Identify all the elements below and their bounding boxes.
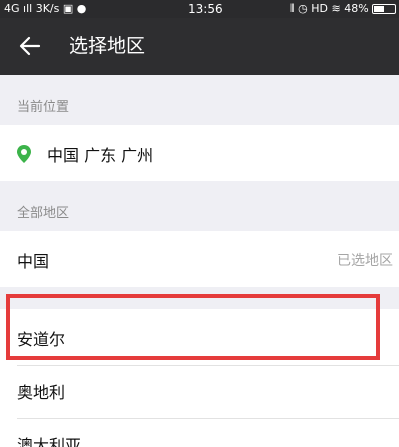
- arrow-left-icon: [19, 36, 41, 56]
- back-button[interactable]: [10, 26, 50, 66]
- region-label: 中国: [17, 252, 50, 271]
- region-label: 奥地利: [17, 383, 66, 402]
- page-title: 选择地区: [69, 35, 146, 57]
- hd-indicator: HD: [311, 2, 328, 15]
- status-time: 13:56: [188, 2, 223, 16]
- battery-level: [374, 6, 384, 12]
- alarm-icon: ◷: [298, 2, 308, 15]
- region-item-australia[interactable]: 澳大利亚: [0, 419, 399, 447]
- section-gap: [0, 287, 399, 309]
- status-bar-right: ⫴ ◷ HD ≋ 48%: [290, 0, 369, 18]
- app-notification-icon: ●: [76, 2, 87, 15]
- vibrate-icon: ⫴: [290, 2, 295, 15]
- app-bar: 选择地区: [0, 18, 399, 75]
- current-location-row[interactable]: 中国 广东 广州: [0, 125, 399, 181]
- region-label: 安道尔: [17, 330, 66, 349]
- region-label: 澳大利亚: [17, 436, 82, 447]
- signal-icon: ıll: [23, 2, 33, 15]
- region-item-andorra[interactable]: 安道尔: [0, 309, 399, 365]
- battery-percent: 48%: [344, 2, 369, 15]
- region-item-austria[interactable]: 奥地利: [0, 366, 399, 418]
- battery-icon: [372, 4, 396, 14]
- current-location-value: 中国 广东 广州: [47, 146, 154, 165]
- wifi-icon: ≋: [331, 2, 341, 15]
- all-regions-header: 全部地区: [0, 181, 399, 231]
- status-bar-left: 4G ıll 3K/s ▣ ●: [4, 0, 86, 18]
- current-location-header: 当前位置: [0, 75, 399, 125]
- region-item-china[interactable]: 中国 已选地区: [0, 231, 399, 287]
- status-bar: 4G ıll 3K/s ▣ ● 13:56 ⫴ ◷ HD ≋ 48%: [0, 0, 399, 18]
- gallery-notification-icon: ▣: [62, 2, 74, 15]
- selected-region-tag: 已选地区: [337, 253, 393, 269]
- location-pin-icon: [17, 145, 31, 163]
- network-type: 4G: [4, 2, 20, 15]
- network-speed: 3K/s: [35, 2, 60, 15]
